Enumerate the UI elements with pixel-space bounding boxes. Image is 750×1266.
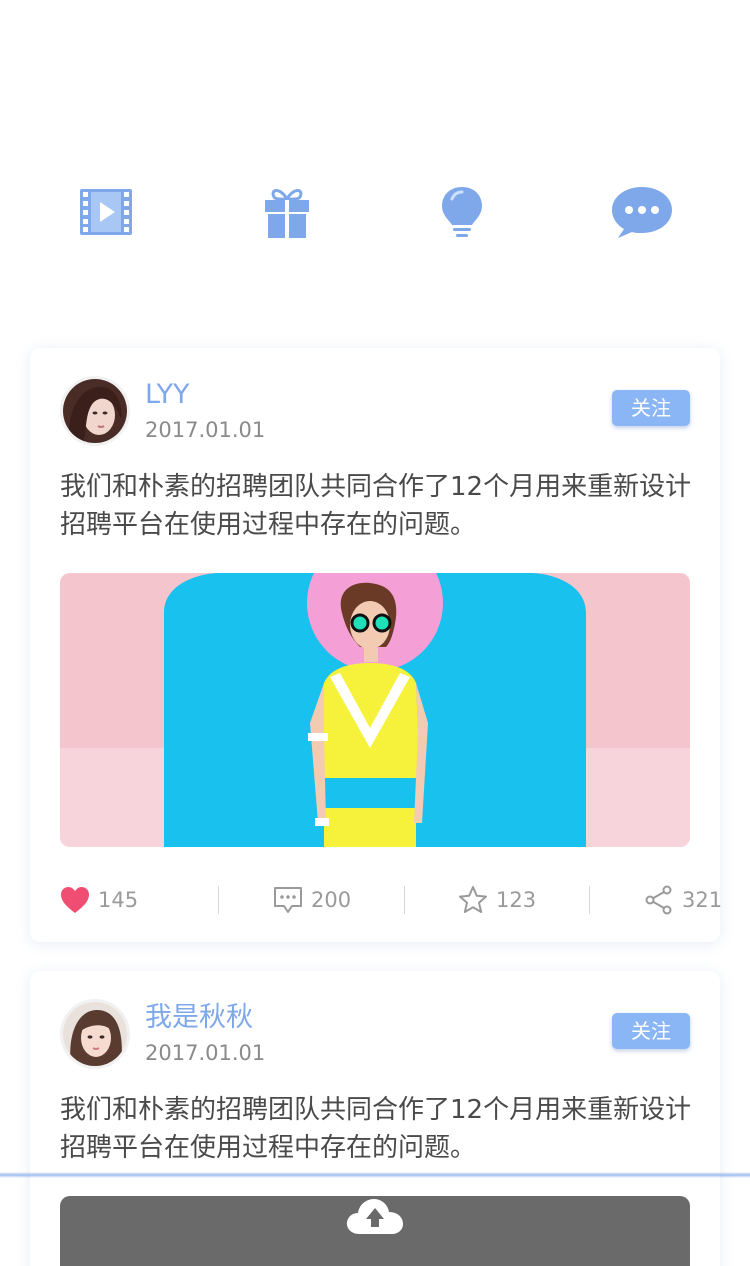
video-icon[interactable] [74, 182, 138, 242]
post-image-placeholder[interactable] [60, 1196, 690, 1266]
username[interactable]: 我是秋秋 [145, 1001, 253, 1035]
share-button[interactable]: 321 [644, 880, 722, 920]
post-card: LYY 2017.01.01 关注 我们和朴素的招聘团队共同合作了12个月用来重… [30, 348, 722, 942]
share-count: 321 [682, 888, 723, 912]
post-content: 我们和朴素的招聘团队共同合作了12个月用来重新设计招聘平台在使用过程中存在的问题… [60, 1095, 692, 1163]
upload-cloud-icon[interactable] [345, 1196, 405, 1236]
scroll-indicator-line [0, 1172, 750, 1178]
category-icon-row [0, 182, 750, 242]
comment-button[interactable]: 200 [273, 880, 351, 920]
follow-button[interactable]: 关注 [612, 390, 690, 426]
star-icon [459, 886, 487, 913]
favorite-button[interactable]: 123 [458, 880, 536, 920]
heart-icon [61, 887, 89, 913]
post-date: 2017.01.01 [145, 1041, 266, 1065]
action-divider [404, 886, 405, 914]
gift-icon[interactable] [255, 182, 319, 242]
post-date: 2017.01.01 [145, 418, 266, 442]
like-count: 145 [98, 888, 139, 912]
share-icon [645, 885, 672, 915]
post-content: 我们和朴素的招聘团队共同合作了12个月用来重新设计招聘平台在使用过程中存在的问题… [60, 472, 692, 540]
follow-button[interactable]: 关注 [612, 1013, 690, 1049]
username[interactable]: LYY [145, 378, 189, 412]
post-card: 我是秋秋 2017.01.01 关注 我们和朴素的招聘团队共同合作了12个月用来… [30, 971, 720, 1266]
chat-bubble-icon[interactable] [610, 182, 674, 242]
action-divider [589, 886, 590, 914]
avatar[interactable] [60, 376, 130, 446]
lightbulb-icon[interactable] [430, 182, 494, 242]
action-divider [218, 886, 219, 914]
comment-icon [274, 887, 302, 913]
post-image[interactable] [60, 573, 690, 847]
like-button[interactable]: 145 [60, 880, 138, 920]
favorite-count: 123 [496, 888, 537, 912]
avatar[interactable] [60, 999, 130, 1069]
comment-count: 200 [311, 888, 352, 912]
post-actions: 145 200 123 321 [60, 880, 722, 920]
